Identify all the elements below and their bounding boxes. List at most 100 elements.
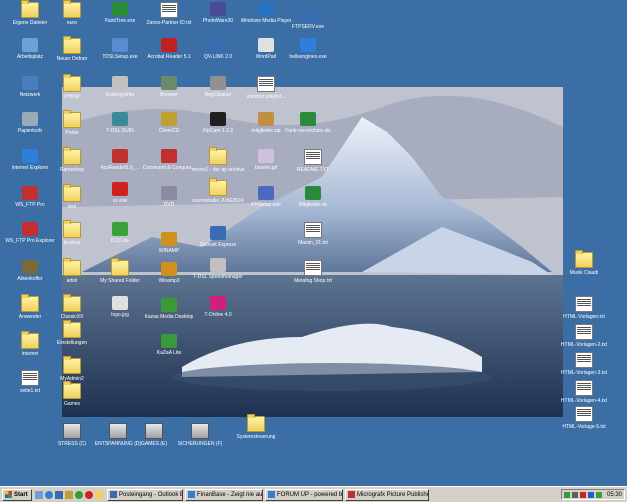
desktop-icon-label: HTML-Vorlage-5.txt [562, 424, 606, 430]
internet-explorer-quick-icon[interactable] [45, 490, 53, 499]
desktop-icon[interactable]: HTML-Vorlage-5.txt [556, 406, 612, 430]
refresh-quick-icon[interactable] [75, 490, 83, 499]
desktop-icon-label: GAMES (E) [140, 441, 168, 447]
desktop-icon-label: Arbeitsplatz [16, 54, 44, 60]
media-quick-icon[interactable] [65, 490, 73, 499]
desktop-icon[interactable]: Command & Conquer... [141, 149, 197, 171]
einstellungen-icon [63, 320, 81, 338]
desktop-icon[interactable]: ex.exe [92, 182, 148, 204]
desktop-icon[interactable]: FTPSERV.exe [280, 8, 336, 30]
desktop-icon[interactable]: README.TXT [285, 149, 341, 173]
painttree-icon [112, 2, 128, 16]
desktop-icon[interactable]: Systemsteuerung [228, 414, 284, 440]
desktop-icon[interactable]: Zanox-Partner ID.txt [141, 2, 197, 26]
acoreader-icon [112, 149, 128, 163]
desktop-icon[interactable]: AcoReader5.0_... [92, 149, 148, 171]
taskbar-button[interactable]: FinanBase - Zeigt nie aues... [185, 488, 263, 501]
desktop-icon[interactable]: Outlook Express [190, 226, 246, 248]
desktop-icon[interactable]: HTML-Vorlagen.txt [556, 296, 612, 320]
desktop-icon[interactable]: T-Online 4.0 [190, 296, 246, 318]
volume-tray-icon[interactable] [571, 491, 578, 498]
desktop-icon[interactable]: Musik Claudi [556, 250, 612, 276]
desktop-icon[interactable]: Brenner [141, 76, 197, 98]
rameshop-icon [63, 147, 81, 165]
desktop-icon-label: PaintTree.exe [104, 18, 136, 24]
chat-quick-icon[interactable] [85, 490, 93, 499]
taskbar-button[interactable]: Posteingang - Outlook Exp... [107, 488, 183, 501]
start-button[interactable]: Start [2, 488, 32, 501]
classic-icon [63, 294, 81, 312]
desktop-icon[interactable]: Einstellungen [44, 320, 100, 346]
desktop-icon-label: Einstellungen [56, 340, 88, 346]
antivirus-tray-icon[interactable] [579, 491, 586, 498]
desktop-icon[interactable]: Funk-verzeichnis.xls [280, 112, 336, 134]
desktop-icon-label: WordPad [255, 54, 277, 60]
messenger-tray-icon[interactable] [595, 491, 602, 498]
clock[interactable]: 05:30 [607, 492, 622, 498]
desktop-icon[interactable]: logo.jpg [92, 296, 148, 318]
html-vorlagen4-icon [575, 380, 593, 396]
qv-link-icon [210, 38, 226, 52]
eisberg-bmp-icon [112, 76, 128, 90]
desktop-icon[interactable]: MyAdmin2 [44, 356, 100, 382]
desktop-icon[interactable]: WINAMP [141, 232, 197, 254]
task-app-icon [348, 491, 355, 498]
desktop-icon[interactable]: Winamp3 [141, 262, 197, 284]
desktop-icon-label: tool [67, 204, 77, 210]
desktop-icon-label: Papierkorb [17, 128, 43, 134]
desktop-icon[interactable]: HTML-Vorlagen-4.txt [556, 380, 612, 404]
show-desktop-icon[interactable] [35, 490, 43, 499]
desktop-icon[interactable]: Maxim_01.txt [285, 222, 341, 246]
desktop-icon[interactable]: PaintTree.exe [92, 2, 148, 24]
desktop-icon-label: mitglieder.zip [251, 128, 281, 134]
keyboard-tray-icon[interactable] [587, 491, 594, 498]
quick-launch [35, 490, 105, 499]
taskbar-button[interactable]: FORUM UP - powered by... [265, 488, 343, 501]
desktop-icon-label: shortcut playlist... [246, 94, 286, 100]
task-app-icon [268, 491, 275, 498]
desktop-icon[interactable]: KaZaA Lite [141, 334, 197, 356]
desktop-icon[interactable]: DVD [141, 186, 197, 208]
desktop-icon[interactable]: SICHERUNGEN (F) [172, 420, 228, 447]
desktop-icon[interactable]: TDSLSetup.exe [92, 38, 148, 60]
internet-explorer-icon [22, 149, 38, 163]
desktop-icon[interactable]: My Shared Folder [92, 258, 148, 284]
desktop-icon[interactable]: T-DSL DUIN [92, 112, 148, 134]
desktop-icon-label: seite1.txt [19, 388, 40, 394]
desktop-icon-label: Anwender [18, 314, 42, 320]
desktop-icon[interactable]: Acrobat Reader 5.1 [141, 38, 197, 60]
command-conquer-icon [161, 149, 177, 163]
brenner-icon [161, 76, 177, 90]
desktop-icon[interactable]: shortcut playlist... [238, 76, 294, 100]
desktop-icon[interactable]: HTML-Vorlagen-3.txt [556, 352, 612, 376]
desktop-icon-label: WS_FTP Pro [15, 202, 45, 208]
fdb-icon [300, 8, 316, 22]
outlook-quick-icon[interactable] [55, 490, 63, 499]
tool-icon [63, 184, 81, 202]
systemsteuerung-icon [247, 414, 265, 432]
iceberg-wallpaper [62, 87, 563, 417]
regcleaner-icon [210, 76, 226, 90]
desktop-icon[interactable]: Metafog Shop.txt [285, 260, 341, 284]
desktop-icon[interactable]: hellsengines.exe [280, 38, 336, 60]
desktop-icon[interactable]: Mitglieder.xls [285, 186, 341, 208]
server1-icon [209, 147, 227, 165]
funk-verzeichnis-icon [300, 112, 316, 126]
desktop-icon[interactable]: Eisberg.bmp [92, 76, 148, 98]
desktop-icon[interactable]: CloneCD [141, 112, 197, 134]
desktop-icon-label: STRESS (C) [57, 441, 87, 447]
desktop-icon-label: T-Online 4.0 [204, 312, 232, 318]
taskbar-button[interactable]: Micrografx Picture Publisher [345, 488, 429, 501]
desktop-icon[interactable]: T-DSL Speedmanager [190, 258, 246, 280]
desktop-icon-label: Brenner [160, 92, 178, 98]
network-tray-icon[interactable] [563, 491, 570, 498]
desktop-icon[interactable]: HTML-Vorlagen-2.txt [556, 324, 612, 348]
desktop-icon[interactable]: Games [44, 381, 100, 407]
games-drive-icon [145, 423, 163, 439]
desktop-icon[interactable]: ICQ Lite [92, 222, 148, 244]
folder-quick-icon[interactable] [95, 490, 103, 499]
soundstudio-icon [209, 178, 227, 196]
desktop-icon-label: Netzwerk [19, 92, 41, 98]
desktop-icon-label: Eigene Dateien [12, 20, 48, 26]
desktop-icon[interactable]: Kazaa Media Desktop [141, 298, 197, 320]
